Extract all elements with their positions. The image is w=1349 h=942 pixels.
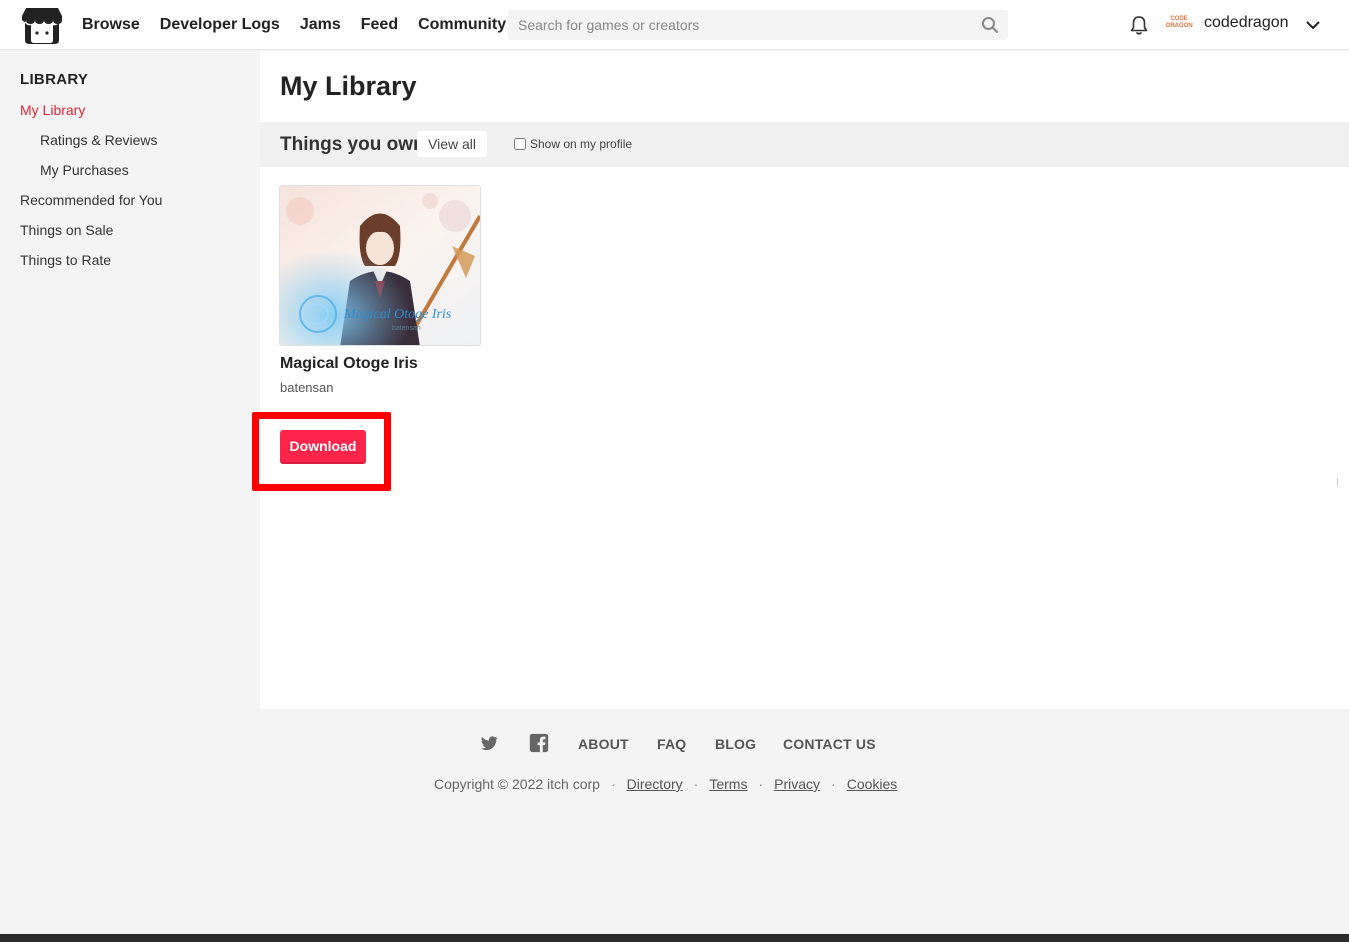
separator-dot: ·: [693, 776, 699, 792]
download-button[interactable]: Download: [280, 430, 366, 464]
footer-about-link[interactable]: ABOUT: [578, 736, 629, 752]
show-on-profile-checkbox[interactable]: [514, 138, 526, 150]
sidebar-item-my-purchases[interactable]: My Purchases: [40, 162, 129, 178]
bottom-edge-strip: [0, 934, 1349, 942]
scroll-marker: [1337, 478, 1338, 486]
owned-section-header: Things you own View all Show on my profi…: [260, 122, 1349, 167]
search-bar: [508, 10, 1008, 40]
footer-faq-link[interactable]: FAQ: [657, 736, 686, 752]
footer-terms-link[interactable]: Terms: [709, 776, 747, 792]
game-author[interactable]: batensan: [280, 380, 334, 395]
username[interactable]: codedragon: [1204, 14, 1289, 32]
avatar[interactable]: CODE DRAGON: [1166, 13, 1193, 37]
footer-cookies-link[interactable]: Cookies: [847, 776, 898, 792]
nav-feed[interactable]: Feed: [361, 16, 398, 34]
game-cell: Magical Otoge Iris batensan Magical Otog…: [279, 185, 482, 395]
sidebar-item-my-library[interactable]: My Library: [20, 102, 85, 118]
footer-privacy-link[interactable]: Privacy: [774, 776, 820, 792]
footer-contact-link[interactable]: CONTACT US: [783, 736, 876, 752]
game-title[interactable]: Magical Otoge Iris: [280, 355, 418, 373]
twitter-icon[interactable]: [479, 733, 499, 753]
sidebar-item-ratings-reviews[interactable]: Ratings & Reviews: [40, 132, 158, 148]
view-all-button[interactable]: View all: [417, 131, 487, 157]
page-title: My Library: [280, 71, 417, 101]
game-cover-image[interactable]: Magical Otoge Iris batensan: [279, 185, 481, 346]
footer-blog-link[interactable]: BLOG: [715, 736, 756, 752]
show-on-profile-toggle[interactable]: Show on my profile: [514, 137, 632, 151]
search-icon[interactable]: [972, 10, 1008, 40]
nav-jams[interactable]: Jams: [300, 16, 341, 34]
footer-directory-link[interactable]: Directory: [627, 776, 683, 792]
search-input[interactable]: [508, 17, 972, 33]
nav-developer-logs[interactable]: Developer Logs: [160, 16, 280, 34]
library-main: My Library Things you own View all Show …: [260, 51, 1349, 709]
sidebar-item-things-on-sale[interactable]: Things on Sale: [20, 222, 113, 238]
sidebar-item-things-to-rate[interactable]: Things to Rate: [20, 252, 111, 268]
footer-copyright-row: Copyright © 2022 itch corp · Directory ·…: [434, 776, 897, 792]
separator-dot: ·: [831, 776, 836, 792]
nav-community[interactable]: Community: [418, 16, 506, 34]
sidebar-heading: LIBRARY: [20, 71, 89, 88]
show-on-profile-label: Show on my profile: [530, 137, 633, 151]
section-title: Things you own: [280, 134, 425, 155]
sidebar-item-recommended[interactable]: Recommended for You: [20, 192, 162, 208]
main-nav: Browse Developer Logs Jams Feed Communit…: [82, 0, 506, 50]
chevron-down-icon[interactable]: [1302, 14, 1324, 36]
top-header: Browse Developer Logs Jams Feed Communit…: [0, 0, 1349, 50]
itch-logo-icon[interactable]: [22, 6, 62, 44]
cover-author-text: batensan: [392, 325, 421, 332]
separator-dot: ·: [610, 776, 616, 792]
notifications-bell-icon[interactable]: [1128, 14, 1150, 36]
separator-dot: ·: [758, 776, 764, 792]
nav-browse[interactable]: Browse: [82, 16, 140, 34]
facebook-icon[interactable]: [529, 733, 549, 753]
cover-title-text: Magical Otoge Iris: [343, 307, 452, 322]
copyright-text: Copyright © 2022 itch corp: [434, 776, 600, 792]
